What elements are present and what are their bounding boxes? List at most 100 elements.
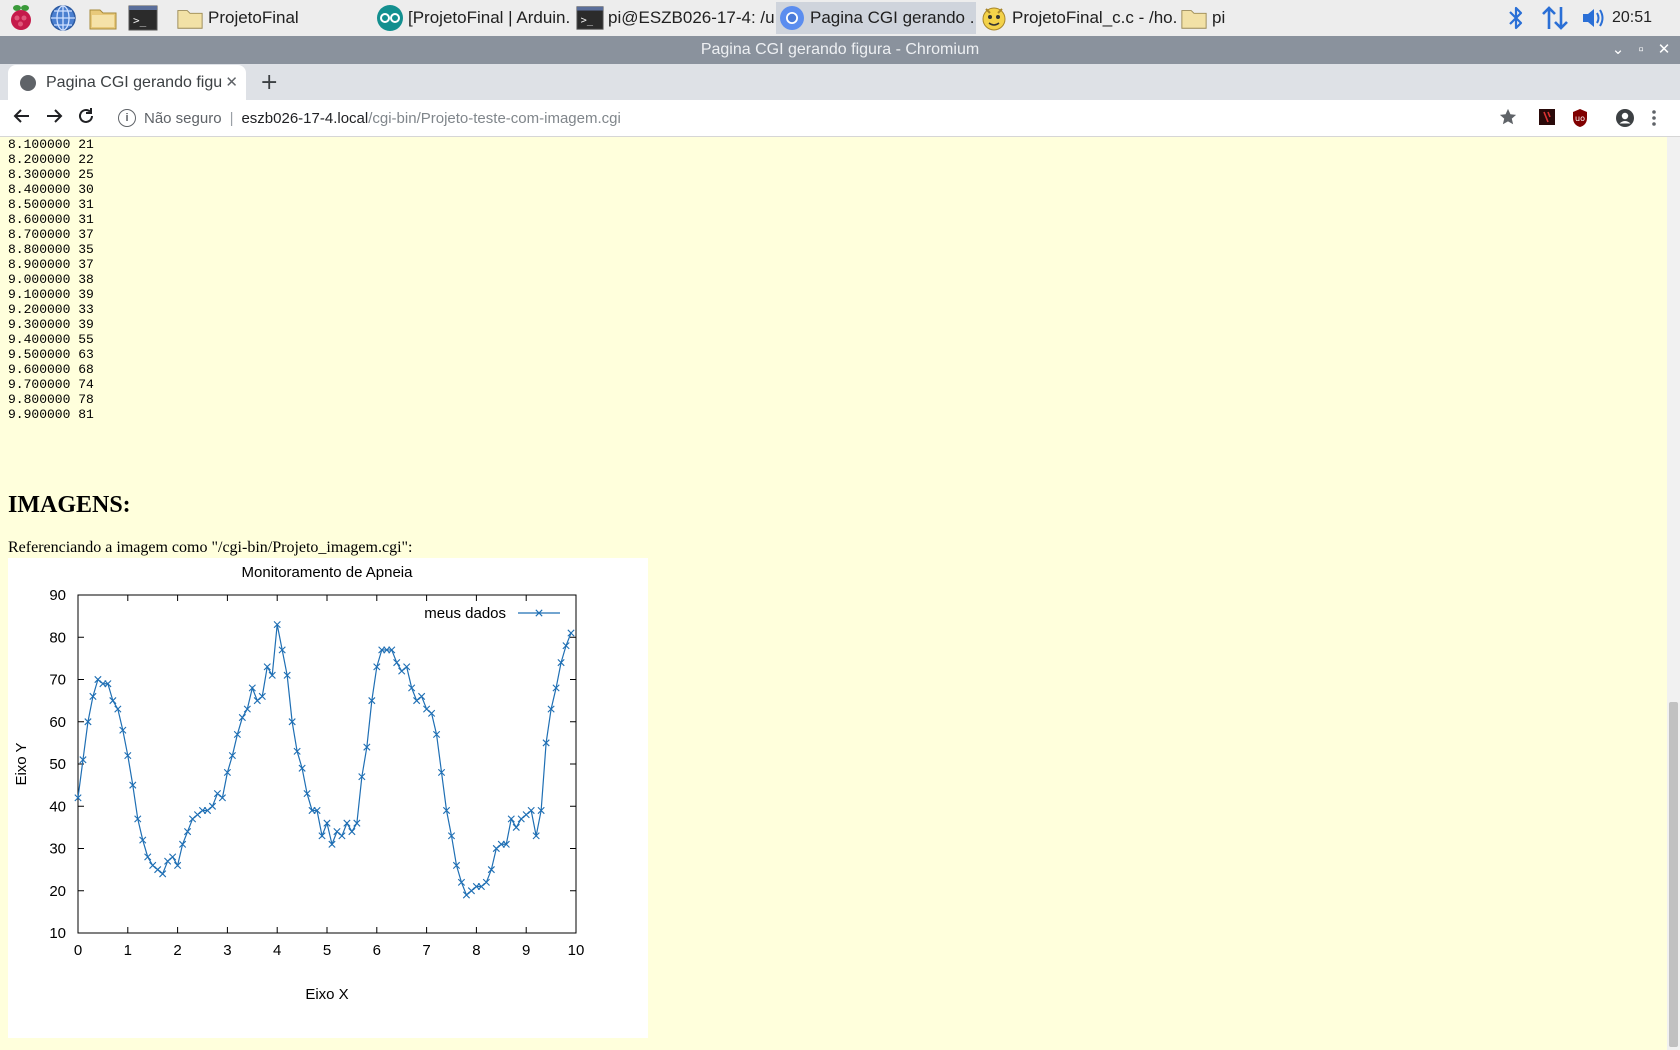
window-titlebar[interactable]: Pagina CGI gerando figura - Chromium ⌄ ▫… [0,36,1680,64]
data-point [338,832,346,840]
data-line: 9.500000 63 [8,347,94,362]
browser-toolbar: i Não seguro | eszb026-17-4.local/cgi-bi… [0,100,1680,137]
y-tick-label: 50 [49,756,66,773]
data-point [567,629,575,637]
ublock-icon[interactable]: uo [1571,108,1591,128]
series-line [77,624,572,896]
data-point [482,878,490,886]
taskbar-window-chromium[interactable]: Pagina CGI gerando ... [776,2,976,34]
data-line: 9.900000 81 [8,407,94,422]
volume-icon[interactable] [1580,0,1608,36]
taskbar-window-geany[interactable]: ProjetoFinal_c.c - /ho... [978,2,1176,34]
globe-favicon-icon [20,74,36,91]
minimize-icon[interactable]: ⌄ [1607,36,1629,64]
x-tick-label: 3 [223,942,231,959]
data-line: 9.600000 68 [8,362,94,377]
extension-icon[interactable] [1538,108,1558,128]
taskbar-window-label: ProjetoFinal [208,8,299,27]
web-browser-icon[interactable] [48,3,78,33]
data-line: 8.500000 31 [8,197,94,212]
new-tab-icon[interactable]: + [260,70,278,95]
vertical-scrollbar[interactable] [1667,137,1680,1050]
url-host: eszb026-17-4.local [241,109,369,127]
data-line: 9.000000 38 [8,272,94,287]
folder-icon [176,4,204,32]
data-point [183,828,192,836]
legend-label: meus dados [424,605,506,622]
data-point [238,713,246,722]
chart-svg: Monitoramento de Apneia 0 1 2 3 4 5 6 7 8 9 10 10 20 3… [13,564,584,1003]
address-separator: | [229,109,234,127]
data-line: 8.700000 37 [8,227,94,242]
data-point [348,828,356,836]
file-manager-icon[interactable] [88,3,118,33]
raspberry-menu-icon[interactable] [6,3,36,33]
data-point [418,692,426,700]
y-axis-label: Eixo Y [13,742,30,785]
data-point [109,697,117,705]
taskbar-window-label: Pagina CGI gerando ... [810,8,976,27]
page-viewport: 8.100000 21 8.200000 22 8.300000 25 8.40… [0,137,1667,1050]
forward-icon[interactable] [42,106,66,130]
chart-image: Monitoramento de Apneia 0 1 2 3 4 5 6 7 8 9 10 10 20 3… [8,558,648,1038]
bluetooth-icon[interactable] [1506,0,1526,36]
data-line: 9.200000 33 [8,302,94,317]
tab-active[interactable]: Pagina CGI gerando figura ✕ [8,65,246,100]
reload-icon[interactable] [74,106,98,130]
taskbar-window-label: [ProjetoFinal | Arduin... [408,8,570,27]
bookmark-star-icon[interactable] [1499,108,1519,128]
data-line: 9.400000 55 [8,332,94,347]
close-window-icon[interactable]: ✕ [1653,36,1675,64]
y-tick-label: 70 [49,672,66,689]
back-icon[interactable] [10,106,34,130]
y-tick-label: 30 [49,841,66,858]
data-line: 8.600000 31 [8,212,94,227]
menu-kebab-icon[interactable] [1650,108,1670,128]
tab-title: Pagina CGI gerando figura [46,73,222,91]
clock[interactable]: 20:51 [1612,0,1652,36]
data-point [144,853,152,861]
reference-text: Referenciando a imagem como "/cgi-bin/Pr… [8,539,413,556]
svg-text:>_: >_ [581,15,594,27]
taskbar-window-label: pi [1212,8,1226,27]
geany-icon [980,4,1008,32]
profile-avatar-icon[interactable] [1615,108,1635,128]
x-tick-label: 0 [74,942,82,959]
taskbar-window-terminal[interactable]: >_ pi@ESZB026-17-4: /u... [574,2,776,34]
data-line: 8.100000 21 [8,137,94,152]
data-line: 9.800000 78 [8,392,94,407]
network-icon[interactable] [1540,0,1570,36]
taskbar-window-projetofinal[interactable]: ProjetoFinal [174,2,370,34]
x-tick-label: 4 [273,942,281,959]
scrollbar-thumb[interactable] [1669,702,1678,1047]
y-tick-label: 40 [49,798,66,815]
data-point [343,819,351,827]
taskbar-window-label: pi@ESZB026-17-4: /u... [608,8,776,27]
data-line: 9.300000 39 [8,317,94,332]
x-tick-label: 9 [522,942,530,959]
x-tick-label: 5 [323,942,331,959]
info-icon[interactable]: i [118,109,136,127]
y-tick-label: 20 [49,883,66,900]
chromium-icon [778,4,806,32]
taskbar-window-pi[interactable]: pi [1178,2,1378,34]
data-listing: 8.100000 21 8.200000 22 8.300000 25 8.40… [8,137,94,422]
address-bar[interactable]: i Não seguro | eszb026-17-4.local/cgi-bi… [112,103,1530,133]
data-line: 8.900000 37 [8,257,94,272]
taskbar-window-arduino[interactable]: [ProjetoFinal | Arduin... [374,2,570,34]
data-point [169,853,177,861]
x-tick-label: 2 [173,942,181,959]
data-line: 8.300000 25 [8,167,94,182]
data-point [393,659,401,667]
url-path: /cgi-bin/Projeto-teste-com-imagem.cgi [368,109,621,127]
tab-close-icon[interactable]: ✕ [225,73,238,91]
x-tick-label: 8 [472,942,480,959]
terminal-icon[interactable]: >_ [128,3,158,33]
x-tick-label: 1 [124,942,132,959]
data-line: 9.700000 74 [8,377,94,392]
x-tick-label: 6 [373,942,381,959]
data-line: 8.200000 22 [8,152,94,167]
taskbar: >_ ProjetoFinal [ProjetoFinal | Arduin..… [0,0,1680,37]
tab-strip: Pagina CGI gerando figura ✕ + [0,64,1680,100]
maximize-icon[interactable]: ▫ [1630,36,1652,64]
